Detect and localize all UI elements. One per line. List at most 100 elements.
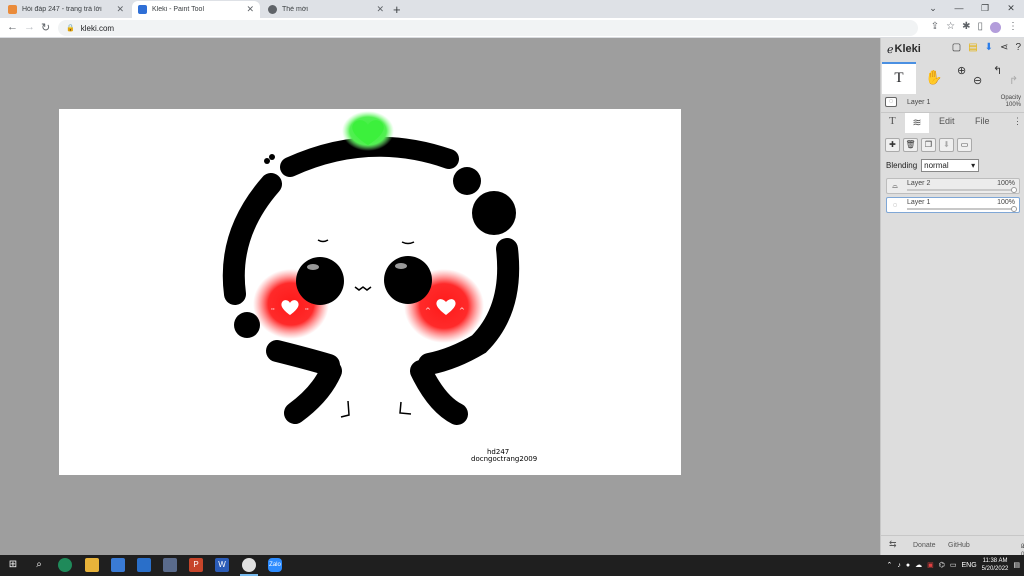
slider-knob[interactable] bbox=[1011, 187, 1017, 193]
tab-file[interactable]: File bbox=[975, 116, 990, 126]
drawing-canvas[interactable]: '' '' ^ ^ hd247 docngoctrang2009 bbox=[59, 109, 681, 475]
layer-name: Layer 2 bbox=[907, 180, 931, 187]
right-eye bbox=[384, 256, 432, 304]
add-layer-icon[interactable]: ✚ bbox=[885, 138, 900, 152]
powerpoint-icon[interactable]: P bbox=[189, 558, 203, 572]
mouth bbox=[354, 286, 372, 291]
download-icon[interactable]: ⬇ bbox=[985, 42, 993, 53]
windows-start-icon[interactable]: ⊞ bbox=[6, 558, 20, 572]
share-icon[interactable]: ⇪ bbox=[931, 21, 939, 33]
chrome-icon[interactable] bbox=[242, 558, 256, 572]
layer-opacity-slider[interactable] bbox=[907, 208, 1015, 210]
blending-select[interactable]: normal bbox=[921, 159, 980, 172]
merge-layer-icon[interactable]: ⬇ bbox=[939, 138, 954, 152]
extensions-icon[interactable]: ✱ bbox=[962, 21, 970, 33]
rename-layer-icon[interactable]: ▭ bbox=[957, 138, 972, 152]
menu-dots-icon[interactable]: ⋮ bbox=[1008, 21, 1018, 33]
tab-edit[interactable]: Edit bbox=[939, 116, 955, 126]
file-explorer-icon[interactable] bbox=[85, 558, 99, 572]
toolbar-actions: ⇪ ☆ ✱ ▯ ⋮ bbox=[931, 21, 1018, 33]
language-indicator[interactable]: ENG bbox=[962, 562, 977, 569]
word-icon[interactable]: W bbox=[215, 558, 229, 572]
minimize-icon[interactable]: — bbox=[946, 0, 972, 18]
kleki-favicon-icon bbox=[138, 5, 147, 14]
svg-text:'': '' bbox=[305, 307, 309, 315]
right-ball-large bbox=[472, 191, 516, 235]
mail-icon[interactable] bbox=[137, 558, 151, 572]
more-menu-icon[interactable]: ⋮ bbox=[1013, 116, 1022, 127]
signature-line-2: docngoctrang2009 bbox=[471, 455, 537, 463]
head-left-arc bbox=[222, 173, 282, 305]
tab-title: Hỏi đáp 247 - trang trả lời bbox=[22, 6, 102, 13]
zalo-icon[interactable]: Zalo bbox=[268, 558, 282, 572]
forward-arrow-icon[interactable]: → bbox=[24, 21, 35, 33]
delete-layer-icon[interactable]: 🗑 bbox=[903, 138, 918, 152]
layer-item-layer-1[interactable]: ◌ Layer 1 100% bbox=[886, 197, 1020, 213]
redo-icon[interactable]: ↱ bbox=[1009, 74, 1018, 87]
lock-icon[interactable]: 🔒 bbox=[66, 24, 75, 32]
undo-icon[interactable]: ↰ bbox=[993, 64, 1002, 77]
chevron-up-icon[interactable]: ⌃ bbox=[887, 561, 893, 569]
duplicate-layer-icon[interactable]: ❐ bbox=[921, 138, 936, 152]
reload-icon[interactable]: ↻ bbox=[41, 21, 50, 34]
avatar[interactable] bbox=[990, 22, 1001, 33]
new-tab-button[interactable]: + bbox=[393, 2, 401, 17]
tab-kleki[interactable]: Kleki - Paint Tool ✕ bbox=[132, 1, 260, 18]
github-link[interactable]: GitHub bbox=[948, 542, 970, 549]
close-icon[interactable]: ✕ bbox=[376, 4, 384, 15]
zoom-in-icon[interactable]: ⊕ bbox=[957, 64, 966, 77]
donate-link[interactable]: Donate bbox=[913, 542, 936, 549]
layers-tab-icon[interactable]: ≋ bbox=[905, 113, 929, 133]
new-image-icon[interactable]: ▢ bbox=[952, 42, 961, 53]
hand-tool-icon[interactable]: ✋ bbox=[925, 69, 942, 86]
close-window-icon[interactable]: ✕ bbox=[998, 0, 1024, 18]
network-icon[interactable]: ⌬ bbox=[939, 561, 945, 569]
current-layer-name: Layer 1 bbox=[907, 99, 931, 106]
speaker-icon[interactable]: ♪ bbox=[897, 562, 901, 569]
close-icon[interactable]: ✕ bbox=[246, 4, 254, 15]
battery-icon[interactable]: ▭ bbox=[950, 561, 957, 569]
layer-thumbnail-icon: ⌓ bbox=[892, 183, 898, 190]
antivirus-icon[interactable]: ▣ bbox=[927, 561, 934, 569]
canvas-workspace[interactable]: '' '' ^ ^ hd247 docngoctrang2009 bbox=[0, 38, 880, 555]
url-text: kleki.com bbox=[80, 23, 115, 33]
cloud-icon[interactable]: ☁ bbox=[915, 561, 922, 569]
tab-new[interactable]: Thẻ mới ✕ bbox=[262, 1, 390, 18]
star-icon[interactable]: ☆ bbox=[946, 21, 955, 33]
layer-opacity: 100% bbox=[997, 180, 1015, 187]
current-layer-line: ◌ Layer 1 Opacity 100% bbox=[881, 95, 1024, 110]
back-arrow-icon[interactable]: ← bbox=[7, 21, 18, 33]
close-icon[interactable]: ✕ bbox=[116, 4, 124, 15]
panel-footer: ⇆ Donate GitHub updated 2022-05-14 bbox=[881, 535, 1024, 558]
zoom-out-icon[interactable]: ⊖ bbox=[973, 74, 982, 87]
layer-item-layer-2[interactable]: ⌓ Layer 2 100% bbox=[886, 178, 1020, 194]
system-tray: ⌃ ♪ ● ☁ ▣ ⌬ ▭ ENG 11:38 AM 5/20/2022 ▤ bbox=[887, 557, 1020, 573]
svg-text:'': '' bbox=[271, 307, 275, 315]
text-tool-button[interactable]: T bbox=[882, 62, 916, 94]
help-icon[interactable]: ? bbox=[1015, 42, 1021, 53]
layer-opacity-slider[interactable] bbox=[907, 189, 1015, 191]
tab-tools[interactable]: T bbox=[889, 115, 896, 127]
store-icon[interactable] bbox=[111, 558, 125, 572]
restore-icon[interactable]: ❐ bbox=[972, 0, 998, 18]
microphone-icon[interactable]: ● bbox=[906, 562, 910, 569]
chevron-down-icon[interactable]: ⌄ bbox=[920, 0, 946, 18]
camera-icon[interactable] bbox=[163, 558, 177, 572]
swap-icon[interactable]: ⇆ bbox=[889, 539, 897, 550]
sidepanel-icon[interactable]: ▯ bbox=[977, 21, 983, 33]
layer-thumbnail-icon: ◌ bbox=[892, 202, 898, 209]
left-eye bbox=[296, 257, 344, 305]
clock[interactable]: 11:38 AM 5/20/2022 bbox=[982, 557, 1009, 573]
search-icon[interactable]: ⌕ bbox=[32, 558, 46, 572]
tab-hoidap[interactable]: Hỏi đáp 247 - trang trả lời ✕ bbox=[2, 1, 130, 18]
share-icon[interactable]: ⋖ bbox=[1000, 42, 1008, 53]
slider-knob[interactable] bbox=[1011, 206, 1017, 212]
left-eyebrow bbox=[317, 239, 329, 243]
kleki-logo: Kleki bbox=[894, 43, 921, 55]
edge-icon[interactable] bbox=[58, 558, 72, 572]
clock-time: 11:38 AM bbox=[982, 558, 1008, 564]
save-icon[interactable]: ▤ bbox=[968, 42, 977, 53]
chrome-favicon-icon bbox=[268, 5, 277, 14]
notification-icon[interactable]: ▤ bbox=[1013, 561, 1020, 569]
address-bar[interactable]: 🔒 kleki.com bbox=[58, 20, 918, 36]
